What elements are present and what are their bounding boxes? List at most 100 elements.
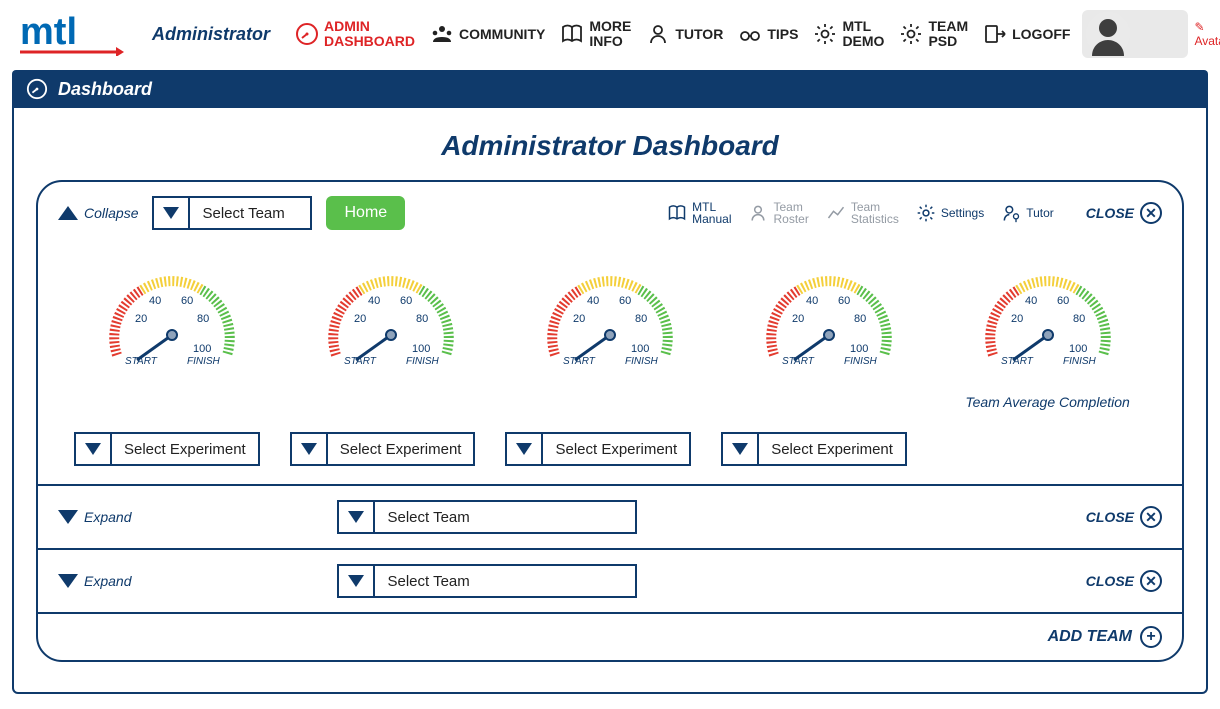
gauge-dial-icon [97, 260, 247, 380]
gauge-dial-icon [973, 260, 1123, 380]
team-block-expanded: Collapse Select Team Home MTLManual Team… [36, 180, 1184, 662]
triangle-down-icon [58, 510, 78, 524]
community-icon [429, 21, 455, 47]
nav-community[interactable]: COMMUNITY [429, 21, 545, 47]
nav-tutor[interactable]: TUTOR [645, 21, 723, 47]
close-label: CLOSE [1086, 205, 1134, 221]
select-experiment-label: Select Experiment [328, 434, 474, 464]
main-panel: Administrator Dashboard Collapse Select … [12, 108, 1208, 694]
gauge-icon [294, 21, 320, 47]
book-icon [559, 21, 585, 47]
nav-logoff[interactable]: LOGOFF [982, 21, 1070, 47]
select-team-dropdown[interactable]: Select Team [152, 196, 312, 230]
dashboard-header: Dashboard [12, 70, 1208, 108]
close-label: CLOSE [1086, 573, 1134, 589]
gauge-5: Team Average Completion [943, 260, 1152, 414]
nav-label: MOREINFO [589, 19, 631, 48]
team-tools: MTLManual TeamRoster TeamStatistics Sett… [666, 201, 1054, 225]
nav-admin-dashboard[interactable]: ADMINDASHBOARD [294, 19, 415, 48]
tool-settings[interactable]: Settings [915, 202, 984, 224]
select-experiment-label: Select Experiment [759, 434, 905, 464]
close-button[interactable]: CLOSE ✕ [1086, 506, 1162, 528]
select-experiment-dropdown-2[interactable]: Select Experiment [290, 432, 476, 466]
team-block-header: Collapse Select Team Home MTLManual Team… [58, 196, 1162, 230]
tool-label: TeamStatistics [851, 201, 899, 225]
tool-team-roster: TeamRoster [747, 201, 808, 225]
home-button[interactable]: Home [326, 196, 405, 230]
add-team-button[interactable]: ADD TEAM + [38, 612, 1182, 660]
tutor-icon [747, 202, 769, 224]
close-icon: ✕ [1140, 570, 1162, 592]
select-team-label: Select Team [375, 502, 481, 532]
tool-label: Tutor [1026, 207, 1054, 219]
logoff-icon [982, 21, 1008, 47]
nav-tips[interactable]: TIPS [737, 21, 798, 47]
select-experiment-dropdown-1[interactable]: Select Experiment [74, 432, 260, 466]
logo[interactable]: mtl [20, 12, 124, 56]
gauge-caption: Team Average Completion [965, 394, 1129, 414]
avatar-block: ✎ Avatar [1082, 10, 1220, 58]
experiments-row: Select Experiment Select Experiment Sele… [74, 432, 1146, 466]
close-button[interactable]: CLOSE ✕ [1086, 570, 1162, 592]
gauge-1 [68, 260, 277, 414]
select-team-dropdown[interactable]: Select Team [337, 500, 637, 534]
select-experiment-dropdown-3[interactable]: Select Experiment [505, 432, 691, 466]
gauges-row: Team Average Completion [68, 260, 1152, 414]
collapse-label: Collapse [84, 205, 138, 221]
nav-label: TIPS [767, 27, 798, 42]
close-button[interactable]: CLOSE ✕ [1086, 202, 1162, 224]
main-nav: ADMINDASHBOARD COMMUNITY MOREINFO TUTOR … [294, 19, 1070, 48]
gauge-4 [724, 260, 933, 414]
chevron-down-icon [339, 502, 375, 532]
topbar: mtl Administrator ADMINDASHBOARD COMMUNI… [0, 0, 1220, 64]
triangle-down-icon [58, 574, 78, 588]
gauge-dial-icon [535, 260, 685, 380]
select-experiment-label: Select Experiment [112, 434, 258, 464]
glasses-icon [737, 21, 763, 47]
chevron-down-icon [154, 198, 190, 228]
plus-icon: + [1140, 626, 1162, 648]
nav-label: LOGOFF [1012, 27, 1070, 42]
expand-label: Expand [84, 509, 131, 525]
tutor-icon [645, 21, 671, 47]
page-title: Administrator Dashboard [36, 130, 1184, 162]
dashboard-header-title: Dashboard [58, 79, 152, 100]
avatar-edit-link[interactable]: ✎ Avatar [1194, 20, 1220, 48]
nav-team-psd[interactable]: TEAMPSD [898, 19, 968, 48]
gauge-dial-icon [754, 260, 904, 380]
expand-label: Expand [84, 573, 131, 589]
triangle-up-icon [58, 206, 78, 220]
nav-mtl-demo[interactable]: MTLDEMO [812, 19, 884, 48]
team-block-collapsed-2: Expand Select Team CLOSE ✕ [38, 548, 1182, 612]
tool-mtl-manual[interactable]: MTLManual [666, 201, 731, 225]
chevron-down-icon [339, 566, 375, 596]
nav-label: TEAMPSD [928, 19, 968, 48]
tool-label: Settings [941, 207, 984, 219]
avatar-icon[interactable] [1086, 12, 1130, 56]
nav-label: MTLDEMO [842, 19, 884, 48]
chart-icon [825, 202, 847, 224]
chevron-down-icon [292, 434, 328, 464]
tutor-pin-icon [1000, 202, 1022, 224]
role-label: Administrator [152, 24, 270, 45]
chevron-down-icon [723, 434, 759, 464]
gear-icon [812, 21, 838, 47]
select-team-label: Select Team [190, 198, 296, 228]
expand-button[interactable]: Expand [58, 573, 131, 589]
close-label: CLOSE [1086, 509, 1134, 525]
svg-text:mtl: mtl [20, 12, 77, 53]
gauge-dial-icon [316, 260, 466, 380]
chevron-down-icon [76, 434, 112, 464]
select-experiment-dropdown-4[interactable]: Select Experiment [721, 432, 907, 466]
select-team-label: Select Team [375, 566, 481, 596]
nav-label: COMMUNITY [459, 27, 545, 42]
team-block-collapsed-1: Expand Select Team CLOSE ✕ [38, 484, 1182, 548]
collapse-button[interactable]: Collapse [58, 205, 138, 221]
tool-label: TeamRoster [773, 201, 808, 225]
tool-tutor[interactable]: Tutor [1000, 202, 1054, 224]
expand-button[interactable]: Expand [58, 509, 131, 525]
tool-team-statistics: TeamStatistics [825, 201, 899, 225]
gauge-3 [506, 260, 715, 414]
select-team-dropdown[interactable]: Select Team [337, 564, 637, 598]
nav-more-info[interactable]: MOREINFO [559, 19, 631, 48]
